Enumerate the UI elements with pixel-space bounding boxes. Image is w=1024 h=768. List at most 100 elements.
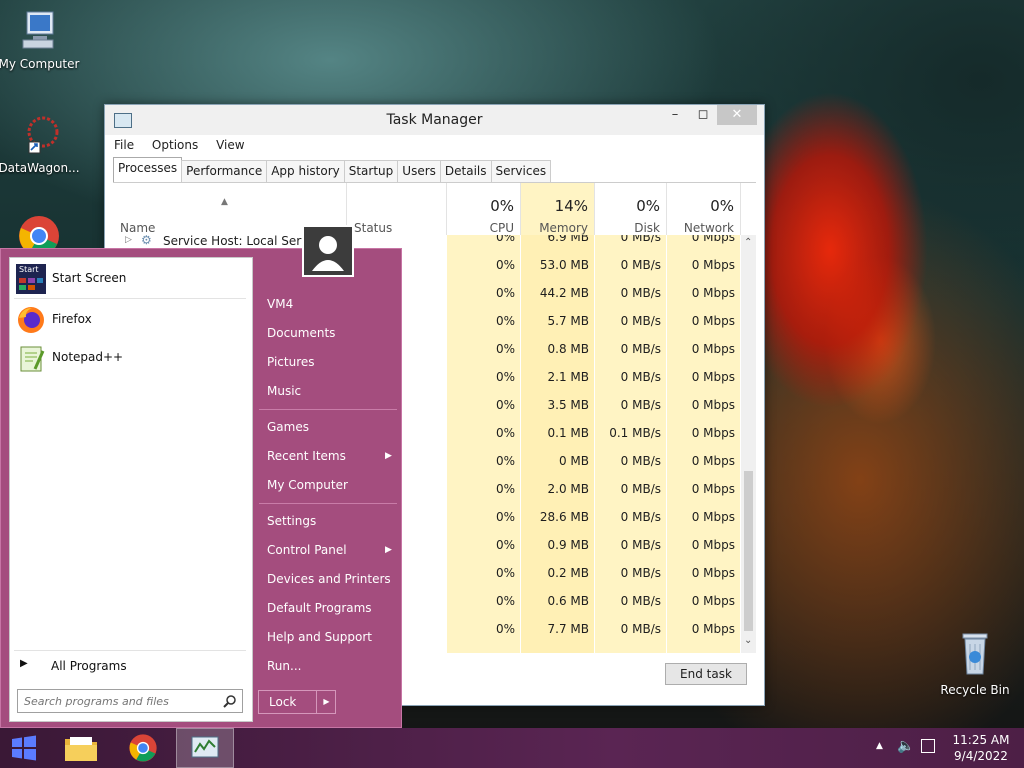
search-input[interactable] <box>22 692 216 710</box>
cell-disk: 0 MB/s <box>620 510 661 524</box>
cell-net: 0 Mbps <box>691 538 735 552</box>
program-firefox[interactable]: Firefox <box>14 303 248 337</box>
desktop-icon-label: DataWagon... <box>0 161 80 175</box>
column-header-cpu[interactable]: 0% CPU <box>447 183 521 235</box>
table-row[interactable]: 0% 28.6 MB 0 MB/s 0 Mbps <box>447 503 741 531</box>
menu-options[interactable]: Options <box>152 135 198 155</box>
table-row[interactable]: 0% 0.6 MB 0 MB/s 0 Mbps <box>447 587 741 615</box>
clock[interactable]: 11:25 AM 9/4/2022 <box>944 732 1018 764</box>
scroll-down-icon[interactable]: ⌄ <box>744 635 752 646</box>
cell-cpu: 0% <box>495 538 515 552</box>
start-right-games[interactable]: Games <box>267 420 309 434</box>
start-right-control-panel[interactable]: Control Panel <box>267 543 347 557</box>
tab-startup[interactable]: Startup <box>343 160 399 182</box>
start-right-run[interactable]: Run... <box>267 659 301 673</box>
minimize-button[interactable]: – <box>661 105 689 125</box>
network-icon[interactable] <box>921 739 935 753</box>
cell-mem: 0.8 MB <box>547 342 589 356</box>
table-row[interactable]: 0% 3.5 MB 0 MB/s 0 Mbps <box>447 391 741 419</box>
cell-net: 0 Mbps <box>691 454 735 468</box>
cell-disk: 0 MB/s <box>620 538 661 552</box>
table-row[interactable]: 0% 2.1 MB 0 MB/s 0 Mbps <box>447 363 741 391</box>
menu-view[interactable]: View <box>216 135 244 155</box>
cell-mem: 0.2 MB <box>547 566 589 580</box>
desktop-icon-my-computer[interactable]: My Computer <box>0 8 82 71</box>
cell-disk: 0 MB/s <box>620 454 661 468</box>
start-right-help-support[interactable]: Help and Support <box>267 630 372 644</box>
column-header-status[interactable]: Status <box>347 183 447 235</box>
search-icon[interactable] <box>223 694 237 708</box>
program-start-screen[interactable]: Start Start Screen <box>14 262 248 296</box>
cell-net: 0 Mbps <box>691 314 735 328</box>
start-right-my-computer[interactable]: My Computer <box>267 478 348 492</box>
table-row[interactable]: 0% 44.2 MB 0 MB/s 0 Mbps <box>447 279 741 307</box>
table-row[interactable]: 0% 0.2 MB 0 MB/s 0 Mbps <box>447 559 741 587</box>
disk-total: 0% <box>636 197 660 215</box>
taskbar-task-manager[interactable] <box>176 728 234 768</box>
program-notepadpp[interactable]: Notepad++ <box>14 341 248 375</box>
taskbar-chrome[interactable] <box>118 728 168 768</box>
table-row[interactable]: 0% 6.9 MB 0 MB/s 0 Mbps <box>447 235 741 251</box>
lock-options-arrow-icon[interactable]: ▶ <box>316 691 336 713</box>
maximize-button[interactable]: ◻ <box>689 105 717 125</box>
scrollbar-thumb[interactable] <box>744 471 753 631</box>
title-bar[interactable]: Task Manager – ◻ ✕ <box>105 105 764 135</box>
tab-performance[interactable]: Performance <box>181 160 268 182</box>
cell-mem: 5.7 MB <box>547 314 589 328</box>
column-header-network[interactable]: 0% Network <box>667 183 741 235</box>
menu-file[interactable]: File <box>114 135 134 155</box>
taskbar-explorer[interactable] <box>56 728 106 768</box>
start-right-devices-printers[interactable]: Devices and Printers <box>267 572 391 586</box>
cell-disk: 0 MB/s <box>620 258 661 272</box>
start-right-settings[interactable]: Settings <box>267 514 316 528</box>
user-picture[interactable] <box>302 225 354 277</box>
cell-mem: 0.9 MB <box>547 538 589 552</box>
tab-details[interactable]: Details <box>439 160 492 182</box>
table-row[interactable]: 0% 0.8 MB 0 MB/s 0 Mbps <box>447 335 741 363</box>
cell-net: 0 Mbps <box>691 510 735 524</box>
cell-net: 0 Mbps <box>691 258 735 272</box>
submenu-arrow-icon: ▶ <box>385 545 392 555</box>
tab-processes[interactable]: Processes <box>113 157 183 182</box>
table-row[interactable]: 0% 0 MB 0 MB/s 0 Mbps <box>447 447 741 475</box>
table-row[interactable]: 0% 7.7 MB 0 MB/s 0 Mbps <box>447 615 741 643</box>
table-row[interactable]: 0% 5.7 MB 0 MB/s 0 Mbps <box>447 307 741 335</box>
close-button[interactable]: ✕ <box>717 105 757 125</box>
disk-label: Disk <box>634 221 660 235</box>
column-header-memory[interactable]: 14% Memory <box>521 183 595 235</box>
column-header-disk[interactable]: 0% Disk <box>595 183 667 235</box>
start-right-documents[interactable]: Documents <box>267 326 335 340</box>
start-right-pictures[interactable]: Pictures <box>267 355 315 369</box>
tab-services[interactable]: Services <box>490 160 552 182</box>
volume-muted-icon[interactable]: 🔈 <box>897 738 914 754</box>
start-button[interactable] <box>0 728 48 768</box>
tab-users[interactable]: Users <box>397 160 441 182</box>
table-row[interactable]: 0% 2.0 MB 0 MB/s 0 Mbps <box>447 475 741 503</box>
start-right-music[interactable]: Music <box>267 384 301 398</box>
end-task-button[interactable]: End task <box>665 663 747 685</box>
desktop-icon-recycle-bin[interactable]: Recycle Bin <box>932 630 1018 697</box>
start-right-vm4[interactable]: VM4 <box>267 297 293 311</box>
cell-disk: 0 MB/s <box>620 286 661 300</box>
cell-net: 0 Mbps <box>691 235 735 244</box>
cell-mem: 2.1 MB <box>547 370 589 384</box>
show-hidden-icons-icon[interactable]: ▲ <box>876 741 883 751</box>
start-right-recent-items[interactable]: Recent Items <box>267 449 346 463</box>
table-row[interactable]: 0% 0.1 MB 0.1 MB/s 0 Mbps <box>447 419 741 447</box>
table-row[interactable]: ▷ ⚙ Service Host: Local Service <box>113 233 447 249</box>
lock-button[interactable]: Lock ▶ <box>258 690 336 714</box>
table-row[interactable]: 0% 53.0 MB 0 MB/s 0 Mbps <box>447 251 741 279</box>
cell-cpu: 0% <box>495 454 515 468</box>
cell-cpu: 0% <box>495 314 515 328</box>
program-label: Start Screen <box>52 271 127 285</box>
table-row[interactable]: 0% 0.9 MB 0 MB/s 0 Mbps <box>447 531 741 559</box>
start-search-box[interactable] <box>17 689 243 713</box>
vertical-scrollbar[interactable]: ⌃ ⌄ <box>741 235 756 653</box>
tab-app-history[interactable]: App history <box>266 160 345 182</box>
desktop-icon-datawagon[interactable]: DataWagon... <box>0 112 82 175</box>
scroll-up-icon[interactable]: ⌃ <box>744 237 752 248</box>
cell-cpu: 0% <box>495 398 515 412</box>
start-right-default-programs[interactable]: Default Programs <box>267 601 372 615</box>
all-programs[interactable]: ▶ All Programs <box>14 656 246 676</box>
cpu-total: 0% <box>490 197 514 215</box>
